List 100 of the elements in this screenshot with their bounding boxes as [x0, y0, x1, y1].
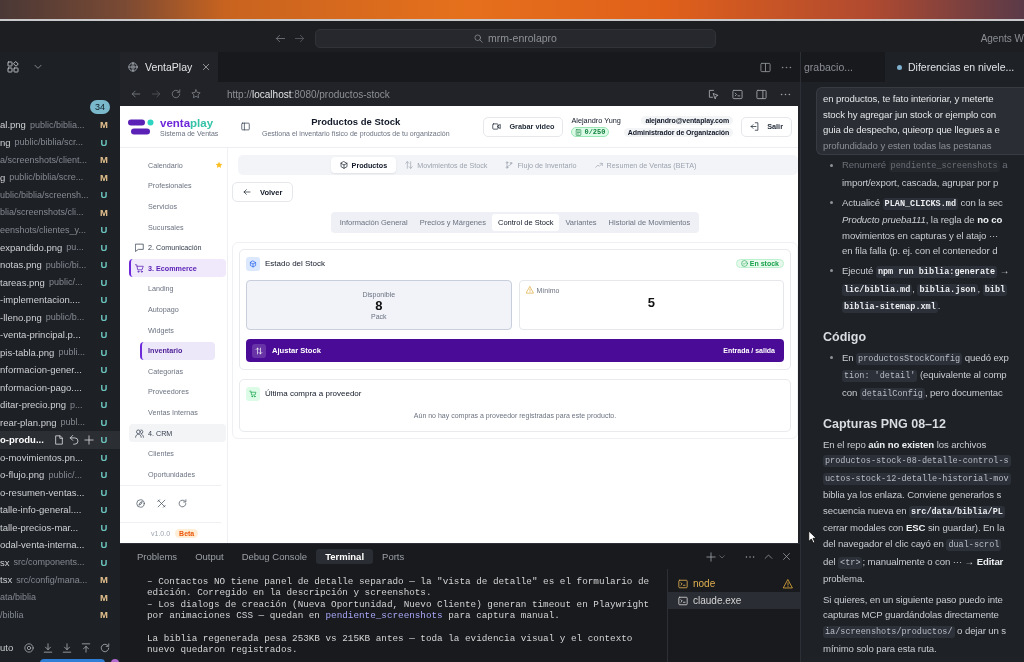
file-item[interactable]: eenshots/clientes_y... U	[0, 221, 120, 239]
close-icon[interactable]	[202, 63, 210, 71]
mouse-pointer-icon	[808, 530, 817, 544]
file-item[interactable]: o-movimientos.pn... U	[0, 448, 120, 466]
status-letter: U	[100, 521, 108, 533]
file-item[interactable]: tsx src/config/mana... M	[0, 571, 120, 589]
tab[interactable]: Diferencias en nivele...	[885, 52, 1024, 82]
file-item[interactable]: nformacion-gener... U	[0, 361, 120, 379]
file-item[interactable]: -venta-principal.p... U	[0, 326, 120, 344]
file-item[interactable]: nformacion-pago.... U	[0, 378, 120, 396]
undo-icon[interactable]	[69, 434, 79, 445]
panel-tab[interactable]: Ports	[373, 549, 414, 564]
sidebar-icon[interactable]	[756, 88, 767, 100]
count-badge: 34	[90, 100, 110, 114]
open-file-icon[interactable]	[54, 434, 64, 445]
sidebar-toggle-icon[interactable]	[241, 122, 250, 131]
star-icon[interactable]	[215, 161, 223, 170]
arrow-up-icon[interactable]	[81, 642, 92, 653]
file-item[interactable]: -lleno.png public/b... U	[0, 308, 120, 326]
file-item[interactable]: talle-precios-mar... U	[0, 518, 120, 536]
terminal-icon[interactable]	[732, 88, 743, 100]
file-item[interactable]: notas.png public/bi... U	[0, 256, 120, 274]
back-arrow-icon[interactable]	[131, 89, 141, 99]
file-item[interactable]: ublic/biblia/screensh... U	[0, 186, 120, 204]
panel-tab[interactable]: Output	[186, 549, 233, 564]
stat-value: 5	[647, 295, 655, 310]
status-letter: U	[100, 364, 108, 376]
status-letter: U	[100, 224, 108, 236]
terminal-session[interactable]: node	[668, 575, 800, 592]
status-letter: M	[100, 609, 108, 621]
file-item[interactable]: al.png public/biblia... M	[0, 116, 120, 134]
file-item[interactable]: o-flujo.png public/... U	[0, 466, 120, 484]
browser-tab[interactable]: VentaPlay	[120, 52, 218, 82]
inspect-icon[interactable]	[708, 88, 719, 100]
star-icon[interactable]	[191, 89, 201, 99]
cart-icon	[246, 386, 260, 401]
status-letter: U	[100, 276, 108, 288]
address-field[interactable]: http://localhost:8080/productos-stock	[227, 88, 390, 100]
file-item[interactable]: expandido.png pu... U	[0, 238, 120, 256]
file-item[interactable]: talle-info-general.... U	[0, 501, 120, 519]
file-item[interactable]: o-produ... U	[0, 431, 120, 449]
file-item[interactable]: o-resumen-ventas... U	[0, 483, 120, 501]
bullet-icon	[830, 356, 833, 359]
tab[interactable]: grabacio...	[801, 52, 885, 82]
plus-icon[interactable]	[706, 551, 716, 562]
reload-icon[interactable]	[171, 89, 181, 99]
status-letter: U	[100, 539, 108, 551]
file-item[interactable]: -implementacion.... U	[0, 291, 120, 309]
file-item[interactable]: ng public/biblia/scr... U	[0, 133, 120, 151]
file-item[interactable]: sx src/components... U	[0, 553, 120, 571]
file-item[interactable]: ditar-precio.png p... U	[0, 396, 120, 414]
split-view-icon[interactable]	[760, 61, 771, 73]
file-item[interactable]: ata/biblia M	[0, 588, 120, 606]
panel-tab[interactable]: Terminal	[316, 549, 374, 564]
command-center-field[interactable]: mrm-enrolapro	[315, 28, 716, 48]
branch-icon	[505, 161, 514, 169]
paragraph-text: Si quieres, en un siguiente paso puedo inte capturas MCP guardándolas directamente ia/screenshots/productos/ o dejar un s mínimo solo para esta ruta.	[823, 592, 1008, 656]
plus-icon[interactable]	[84, 434, 94, 445]
layout-icon[interactable]	[7, 61, 19, 73]
panel-tab[interactable]: Debug Console	[232, 549, 317, 564]
file-item[interactable]: tareas.png public/... U	[0, 273, 120, 291]
status-letter: U	[100, 311, 108, 323]
list-item-text: Actualicé PLAN_CLICKS.md con la sec Producto prueba111, la regla de no co movimientos en capturas y el atajo ··· en fila falla (p. ej. con el contenedor d	[842, 195, 1003, 259]
arrow-down-icon[interactable]	[62, 642, 73, 653]
file-item[interactable]: pis-tabla.png publi... U	[0, 343, 120, 361]
search-icon	[474, 33, 484, 43]
stat-value: 8	[375, 297, 383, 313]
file-item[interactable]: a/screenshots/client... M	[0, 151, 120, 169]
panel-tab[interactable]: Problems	[128, 549, 187, 564]
status-letter: U	[100, 486, 108, 498]
refresh-icon[interactable]	[177, 499, 187, 508]
compass-icon[interactable]	[135, 499, 145, 508]
target-icon[interactable]	[24, 642, 35, 653]
chevron-down-icon[interactable]	[719, 553, 725, 560]
back-arrow-icon[interactable]	[275, 32, 286, 44]
document-icon	[575, 128, 583, 136]
arrow-down-icon[interactable]	[43, 642, 54, 653]
chat-bubble-icon	[135, 243, 144, 253]
file-item[interactable]: rear-plan.png publ... U	[0, 413, 120, 431]
status-letter: U	[100, 504, 108, 516]
file-item[interactable]: blia/screenshots/cli... M	[0, 203, 120, 221]
chevron-up-icon[interactable]	[764, 552, 773, 561]
crossed-tools-icon[interactable]	[156, 499, 166, 508]
terminal-text: – Los dialogs de creación (Nueva Oportunidad, Nuevo Cliente) generan timeout en Playwright por animaciones CSS — quedan en pendiente_screenshots para captura manual.	[147, 598, 651, 622]
bullet-icon	[830, 269, 833, 273]
arrows-up-down-icon	[405, 161, 414, 169]
file-item[interactable]: g public/biblia/scre... M	[0, 168, 120, 186]
forward-arrow-icon[interactable]	[294, 32, 305, 44]
close-icon[interactable]	[782, 552, 791, 561]
file-item[interactable]: /biblia M	[0, 606, 120, 624]
terminal-session[interactable]: claude.exe	[668, 592, 800, 609]
chevron-down-icon[interactable]	[34, 63, 42, 71]
status-letter: U	[100, 469, 108, 481]
bullet-icon	[830, 200, 833, 204]
agents-button[interactable]: Agents W	[980, 32, 1024, 44]
refresh-icon[interactable]	[100, 642, 111, 653]
warning-icon	[525, 286, 534, 294]
section-heading: Capturas PNG 08–12	[823, 415, 947, 433]
logout-icon	[750, 122, 760, 131]
file-item[interactable]: odal-venta-interna... U	[0, 536, 120, 554]
